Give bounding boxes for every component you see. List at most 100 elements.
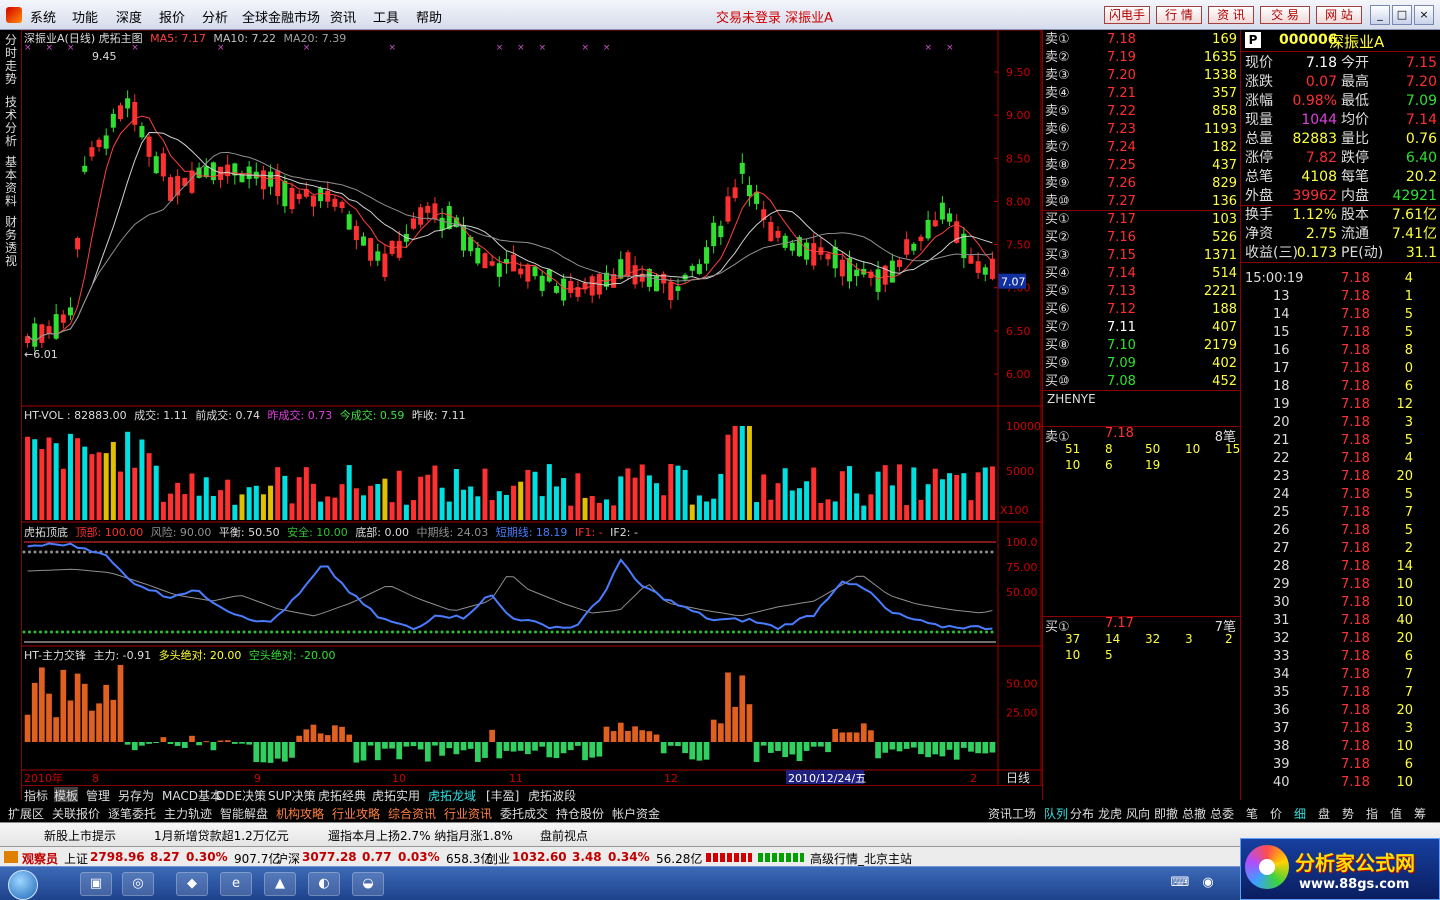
- observer-label[interactable]: 观察员: [22, 850, 58, 867]
- osc-safe-dot: [512, 630, 515, 634]
- tab-intraday[interactable]: 分时走势: [3, 34, 19, 86]
- bottom-tab-8[interactable]: 行业资讯: [444, 805, 492, 822]
- bottom-tab-1[interactable]: 关联报价: [52, 805, 100, 822]
- tab-financials[interactable]: 财务透视: [3, 216, 19, 268]
- menu-news[interactable]: 资讯: [330, 7, 356, 26]
- bottom-tab-10[interactable]: 持仓股份: [556, 805, 604, 822]
- sell-level-4[interactable]: 卖⑦ 7.24 182: [1043, 139, 1241, 157]
- sell-level-1[interactable]: 卖⑩ 7.27 136: [1043, 193, 1241, 211]
- bottom-tab-11[interactable]: 帐户资金: [612, 805, 660, 822]
- tray-app-icon[interactable]: ◉: [1196, 872, 1220, 896]
- close-button[interactable]: ×: [1414, 5, 1434, 25]
- bottom-tab-2[interactable]: 逐笔委托: [108, 805, 156, 822]
- news-item-3[interactable]: 遛指本月上扬2.7% 纳指月涨1.8%: [328, 827, 513, 844]
- buy-level-2[interactable]: 买② 7.16 526: [1043, 229, 1241, 247]
- taskbar-app4-icon[interactable]: ◒: [352, 872, 384, 896]
- side-tab-2[interactable]: 分布: [1070, 805, 1094, 822]
- tick-tab-4[interactable]: 势: [1342, 805, 1354, 822]
- tab-fundamentals[interactable]: 基本资料: [3, 156, 19, 208]
- sell-level-7[interactable]: 卖④ 7.21 357: [1043, 85, 1241, 103]
- taskbar-browser-icon[interactable]: ◎: [122, 872, 154, 896]
- bottom-tab-0[interactable]: 扩展区: [8, 805, 44, 822]
- osc-safe-dot: [825, 630, 829, 634]
- buy-level-4[interactable]: 买④ 7.14 514: [1043, 265, 1241, 283]
- osc-safe-dot: [473, 630, 477, 634]
- osc-risk-dot: [374, 550, 378, 554]
- buy-level-5[interactable]: 买⑤ 7.13 2221: [1043, 283, 1241, 301]
- side-tab-5[interactable]: 即撤: [1154, 805, 1178, 822]
- news-item-4[interactable]: 盘前视点: [540, 827, 588, 844]
- tick-price: 7.18: [1341, 397, 1370, 412]
- menu-help[interactable]: 帮助: [416, 7, 442, 26]
- menu-quote[interactable]: 报价: [159, 7, 185, 26]
- minimize-button[interactable]: _: [1370, 5, 1390, 25]
- tab-technical[interactable]: 技术分析: [3, 96, 19, 148]
- bottom-tab-7[interactable]: 综合资讯: [388, 805, 436, 822]
- menu-depth[interactable]: 深度: [116, 7, 142, 26]
- menu-system[interactable]: 系统: [30, 7, 56, 26]
- buy-level-9[interactable]: 买⑨ 7.09 402: [1043, 355, 1241, 373]
- maximize-button[interactable]: □: [1392, 5, 1412, 25]
- news-item-2[interactable]: 1月新增贷款超1.2万亿元: [154, 827, 289, 844]
- sell-level-9[interactable]: 卖② 7.19 1635: [1043, 49, 1241, 67]
- info-button[interactable]: 资 讯: [1208, 6, 1254, 24]
- bottom-tab-5[interactable]: 机构攻略: [276, 805, 324, 822]
- tick-tab-7[interactable]: 筹: [1414, 805, 1426, 822]
- sell-level-8[interactable]: 卖③ 7.20 1338: [1043, 67, 1241, 85]
- bottom-tab-6[interactable]: 行业攻略: [332, 805, 380, 822]
- taskbar-monitor-icon[interactable]: ▣: [80, 872, 112, 896]
- tick-row: 39 7.18 6: [1241, 756, 1440, 774]
- volume-bar: [489, 499, 495, 520]
- tick-tab-6[interactable]: 值: [1390, 805, 1402, 822]
- queue-buy-order: 5: [1105, 648, 1113, 662]
- start-orb-icon[interactable]: [8, 870, 38, 900]
- bottom-tab-3[interactable]: 主力轨迹: [164, 805, 212, 822]
- side-tab-0[interactable]: 资讯工场: [988, 805, 1036, 822]
- bottom-tab-4[interactable]: 智能解盘: [220, 805, 268, 822]
- tick-tab-2[interactable]: 细: [1294, 805, 1306, 822]
- news-item-1[interactable]: 新股上市提示: [44, 827, 116, 844]
- volume-bar: [846, 466, 852, 520]
- side-tab-6[interactable]: 总撤: [1182, 805, 1206, 822]
- side-tab-7[interactable]: 总委: [1210, 805, 1234, 822]
- sell-level-6[interactable]: 卖⑤ 7.22 858: [1043, 103, 1241, 121]
- buy-level-10[interactable]: 买⑩ 7.08 452: [1043, 373, 1241, 391]
- tick-tab-5[interactable]: 指: [1366, 805, 1378, 822]
- trade-button[interactable]: 交 易: [1260, 6, 1310, 24]
- menu-analysis[interactable]: 分析: [202, 7, 228, 26]
- menu-function[interactable]: 功能: [72, 7, 98, 26]
- sell-level-5[interactable]: 卖⑥ 7.23 1193: [1043, 121, 1241, 139]
- osc-risk-dot: [781, 550, 785, 554]
- taskbar-app2-icon[interactable]: ▲: [264, 872, 296, 896]
- side-tab-1[interactable]: 队列: [1044, 805, 1068, 822]
- buy-level-1[interactable]: 买① 7.17 103: [1043, 211, 1241, 229]
- taskbar-app3-icon[interactable]: ◐: [308, 872, 340, 896]
- side-tab-3[interactable]: 龙虎: [1098, 805, 1122, 822]
- server-name[interactable]: 高级行情_北京主站: [810, 850, 912, 867]
- sell-level-3[interactable]: 卖⑧ 7.25 437: [1043, 157, 1241, 175]
- candle-body: [632, 265, 638, 285]
- bottom-tab-9[interactable]: 委托成交: [500, 805, 548, 822]
- tick-tab-3[interactable]: 盘: [1318, 805, 1330, 822]
- info-row: 涨停 7.82 跌停 6.40: [1241, 149, 1440, 168]
- buy-level-8[interactable]: 买⑧ 7.10 2179: [1043, 337, 1241, 355]
- sell-level-2[interactable]: 卖⑨ 7.26 829: [1043, 175, 1241, 193]
- taskbar-ie-icon[interactable]: e: [220, 872, 252, 896]
- buy-level-3[interactable]: 买③ 7.15 1371: [1043, 247, 1241, 265]
- tick-tab-0[interactable]: 笔: [1246, 805, 1258, 822]
- website-button[interactable]: 网 站: [1316, 6, 1362, 24]
- taskbar-app1-icon[interactable]: ◆: [176, 872, 208, 896]
- buy-level-7[interactable]: 买⑦ 7.11 407: [1043, 319, 1241, 337]
- menu-tools[interactable]: 工具: [373, 7, 399, 26]
- sell-level-10[interactable]: 卖① 7.18 169: [1043, 31, 1241, 49]
- flash-hand-button[interactable]: 闪电手: [1104, 6, 1150, 24]
- tick-tab-1[interactable]: 价: [1270, 805, 1282, 822]
- buy-level-6[interactable]: 买⑥ 7.12 188: [1043, 301, 1241, 319]
- period-label[interactable]: 日线: [1006, 771, 1030, 785]
- tray-keyboard-icon[interactable]: ⌨: [1168, 872, 1192, 896]
- side-tab-4[interactable]: 风向: [1126, 805, 1150, 822]
- osc-safe-dot: [369, 630, 372, 634]
- info-value-2: 7.15: [1405, 55, 1437, 71]
- menu-global-market[interactable]: 全球金融市场: [242, 7, 320, 26]
- market-button[interactable]: 行 情: [1156, 6, 1202, 24]
